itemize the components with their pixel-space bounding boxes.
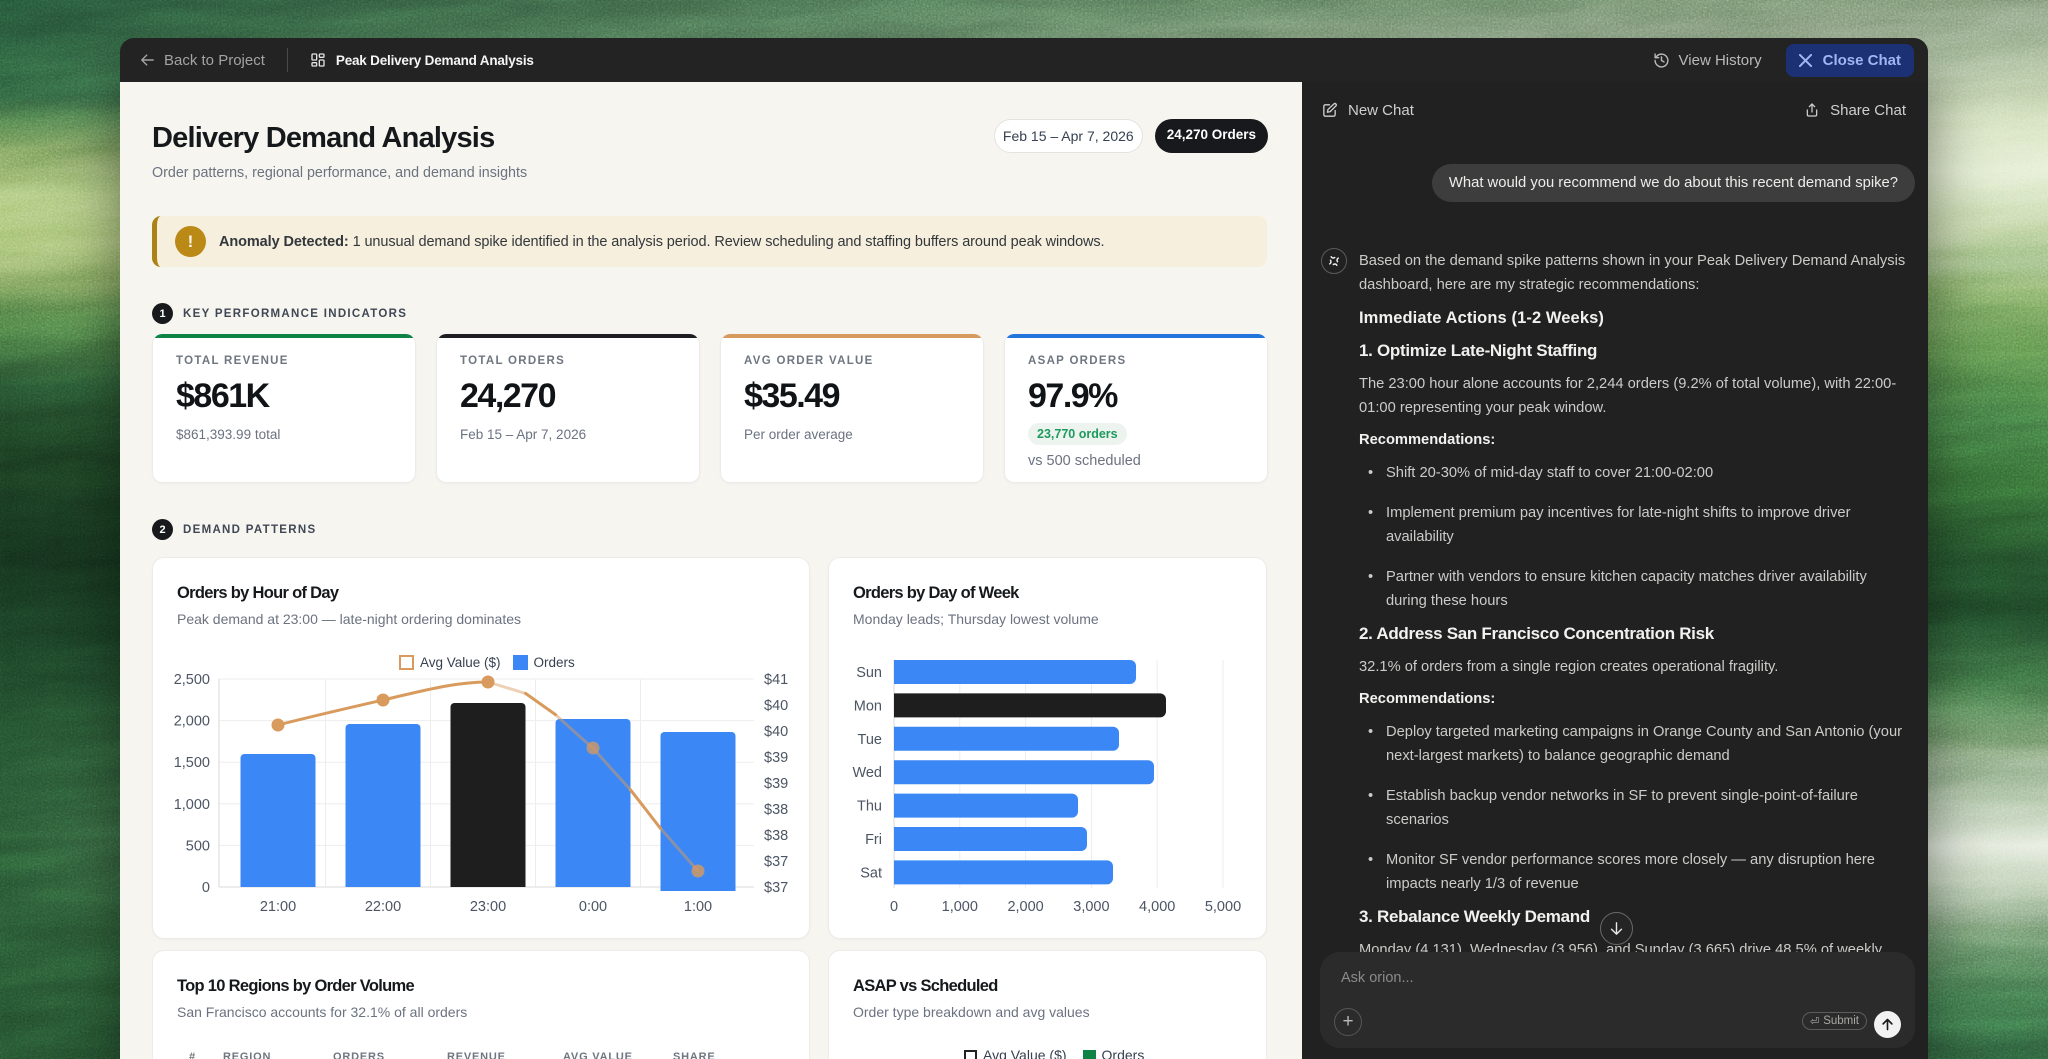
svg-text:$39: $39: [764, 776, 788, 792]
svg-text:0: 0: [890, 899, 898, 915]
svg-text:Tue: Tue: [858, 732, 882, 748]
svg-text:$40: $40: [764, 724, 788, 740]
svg-text:1,500: 1,500: [174, 755, 210, 771]
svg-text:2,000: 2,000: [174, 714, 210, 730]
svg-text:0:00: 0:00: [579, 899, 607, 915]
svg-text:1:00: 1:00: [684, 899, 712, 915]
svg-text:0: 0: [202, 880, 210, 896]
svg-text:3,000: 3,000: [1073, 899, 1109, 915]
svg-text:2,000: 2,000: [1007, 899, 1043, 915]
svg-text:Sat: Sat: [860, 865, 882, 881]
svg-text:$38: $38: [764, 802, 788, 818]
svg-text:Sun: Sun: [856, 665, 882, 681]
svg-text:2,500: 2,500: [174, 672, 210, 688]
svg-text:Wed: Wed: [852, 765, 882, 781]
svg-text:5,000: 5,000: [1205, 899, 1241, 915]
svg-text:$37: $37: [764, 880, 788, 896]
svg-text:4,000: 4,000: [1139, 899, 1175, 915]
svg-text:$39: $39: [764, 750, 788, 766]
svg-text:22:00: 22:00: [365, 899, 401, 915]
svg-text:Mon: Mon: [854, 698, 882, 714]
svg-text:500: 500: [186, 838, 210, 854]
svg-text:$40: $40: [764, 698, 788, 714]
svg-text:$38: $38: [764, 828, 788, 844]
svg-text:21:00: 21:00: [260, 899, 296, 915]
svg-text:23:00: 23:00: [470, 899, 506, 915]
svg-text:$41: $41: [764, 672, 788, 688]
svg-text:1,000: 1,000: [942, 899, 978, 915]
svg-text:Fri: Fri: [865, 832, 882, 848]
svg-text:$37: $37: [764, 854, 788, 870]
svg-text:Thu: Thu: [857, 799, 882, 815]
svg-text:1,000: 1,000: [174, 797, 210, 813]
